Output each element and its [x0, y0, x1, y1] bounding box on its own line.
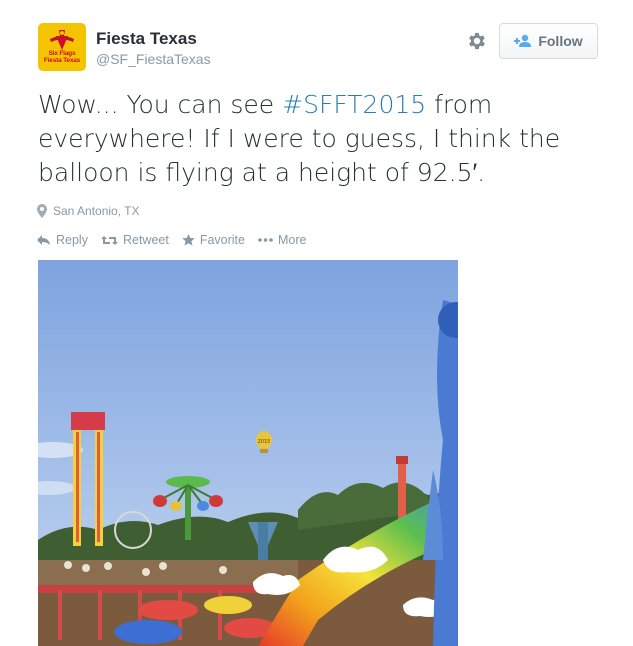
tweet-actions: Reply Retweet Favorite More — [37, 233, 319, 247]
avatar-logo-line1: Six Flags — [48, 50, 76, 57]
retweet-button[interactable]: Retweet — [100, 233, 169, 247]
tweet-text-part1: Wow... You can see — [38, 90, 283, 119]
follow-button-label: Follow — [538, 33, 583, 49]
tweet-location[interactable]: San Antonio, TX — [37, 204, 140, 218]
reply-label: Reply — [56, 233, 88, 247]
location-pin-icon — [37, 204, 47, 218]
avatar[interactable]: Six Flags Fiesta Texas — [38, 23, 86, 71]
user-name[interactable]: Fiesta Texas — [96, 29, 197, 49]
follow-button[interactable]: Follow — [499, 23, 598, 59]
retweet-icon — [100, 235, 118, 245]
add-user-icon — [514, 34, 532, 47]
avatar-logo-line2: Fiesta Texas — [43, 57, 81, 64]
favorite-button[interactable]: Favorite — [182, 233, 245, 247]
reply-icon — [37, 234, 50, 245]
six-flags-logo-icon — [50, 30, 74, 50]
user-handle[interactable]: @SF_FiestaTexas — [96, 51, 211, 67]
gear-icon[interactable] — [466, 30, 488, 52]
balloon-label: 2015 — [258, 439, 271, 445]
tweet-text: Wow... You can see #SFFT2015 from everyw… — [38, 88, 598, 190]
reply-button[interactable]: Reply — [37, 233, 88, 247]
location-text: San Antonio, TX — [53, 204, 140, 218]
star-icon — [182, 234, 195, 246]
more-label: More — [277, 233, 307, 247]
retweet-label: Retweet — [122, 233, 169, 247]
tweet-photo[interactable]: 2015 — [38, 260, 458, 646]
avatar-logo-text: Six Flags Fiesta Texas — [40, 50, 84, 64]
more-button[interactable]: More — [258, 233, 306, 247]
hashtag-link[interactable]: #SFFT2015 — [282, 90, 426, 119]
amusement-park-scene: 2015 — [38, 260, 458, 646]
more-dots-icon — [258, 238, 273, 242]
favorite-label: Favorite — [199, 233, 245, 247]
